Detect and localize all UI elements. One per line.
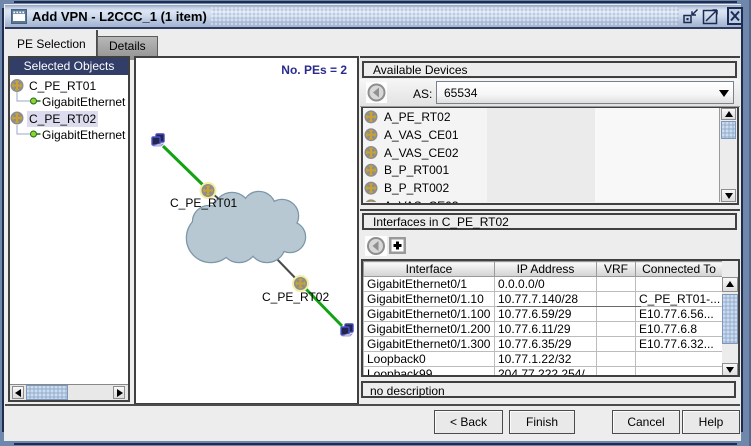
svg-text:C_PE_RT02: C_PE_RT02 bbox=[262, 290, 329, 304]
svg-text:No. PEs = 2: No. PEs = 2 bbox=[281, 63, 347, 77]
svg-text:C_PE_RT01: C_PE_RT01 bbox=[170, 196, 237, 210]
